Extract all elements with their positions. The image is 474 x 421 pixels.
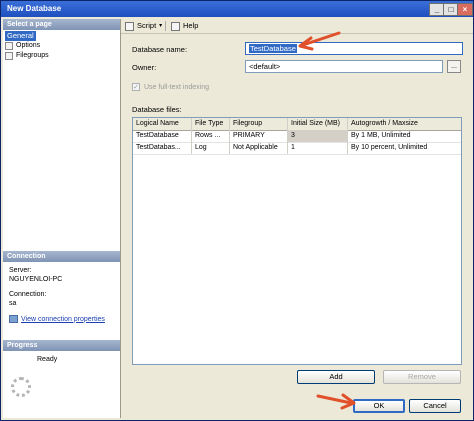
help-label: Help	[183, 21, 199, 30]
left-panel: Select a page General Options Filegroups…	[3, 19, 121, 418]
database-name-label: Database name:	[132, 45, 188, 54]
column-header-file-type[interactable]: File Type	[192, 118, 230, 130]
checkmark-icon: ✓	[132, 83, 140, 91]
column-header-autogrowth[interactable]: Autogrowth / Maxsize	[348, 118, 461, 130]
connection-value: sa	[9, 300, 17, 307]
help-button[interactable]: Help	[171, 20, 198, 32]
cancel-button[interactable]: Cancel	[409, 399, 461, 413]
page-icon	[5, 42, 13, 50]
column-header-filegroup[interactable]: Filegroup	[230, 118, 288, 130]
view-connection-properties-label: View connection properties	[21, 315, 105, 323]
server-label: Server:	[9, 267, 32, 274]
fulltext-indexing-checkbox[interactable]: ✓ Use full-text indexing	[132, 83, 209, 91]
cell-filegroup[interactable]: Not Applicable	[230, 142, 288, 154]
database-files-label: Database files:	[132, 105, 182, 114]
page-icon	[5, 52, 13, 60]
script-button[interactable]: Script ▾	[125, 20, 162, 32]
fulltext-indexing-label: Use full-text indexing	[144, 83, 209, 91]
page-general-label: General	[5, 31, 36, 41]
cell-file-type[interactable]: Log	[192, 142, 230, 154]
progress-header: Progress	[3, 340, 120, 351]
toolbar-separator	[165, 21, 166, 31]
page-filegroups-label: Filegroups	[16, 52, 49, 59]
title-bar[interactable]: New Database _ □ ×	[1, 1, 473, 17]
cell-filegroup[interactable]: PRIMARY	[230, 130, 288, 142]
new-database-window: New Database _ □ × Select a page General…	[0, 0, 474, 421]
owner-label: Owner:	[132, 63, 157, 72]
page-general[interactable]: General	[5, 31, 115, 41]
cell-file-type[interactable]: Rows ...	[192, 130, 230, 142]
arrow-annotation-icon	[298, 31, 341, 51]
progress-status: Ready	[37, 356, 58, 363]
arrow-annotation-icon	[316, 393, 356, 410]
page-filegroups[interactable]: Filegroups	[5, 51, 115, 61]
remove-button[interactable]: Remove	[383, 370, 461, 384]
cell-initial-size[interactable]: 1	[288, 142, 348, 154]
database-files-grid: Logical Name File Type Filegroup Initial…	[132, 117, 462, 365]
column-header-logical-name[interactable]: Logical Name	[133, 118, 192, 130]
owner-browse-button[interactable]: ...	[447, 60, 461, 73]
script-label: Script	[137, 21, 157, 30]
add-button[interactable]: Add	[297, 370, 375, 384]
close-button[interactable]: ×	[457, 3, 473, 16]
chevron-down-icon: ▾	[159, 23, 163, 29]
cell-logical-name[interactable]: TestDatabas...	[133, 142, 192, 154]
cell-autogrowth[interactable]: By 10 percent, Unlimited	[348, 142, 461, 154]
cell-autogrowth[interactable]: By 1 MB, Unlimited	[348, 130, 461, 142]
script-icon	[125, 21, 134, 31]
database-name-value: TestDatabase	[249, 44, 297, 53]
owner-input[interactable]: <default>	[245, 60, 443, 73]
help-icon	[171, 21, 180, 31]
connection-properties-icon	[9, 315, 18, 323]
page-options-label: Options	[16, 42, 41, 49]
cell-initial-size[interactable]: 3	[288, 130, 348, 142]
ok-button[interactable]: OK	[353, 399, 405, 413]
view-connection-properties-link[interactable]: View connection properties	[9, 315, 105, 323]
connection-header: Connection	[3, 251, 120, 262]
table-row[interactable]: TestDatabas... Log Not Applicable 1 By 1…	[133, 142, 461, 155]
select-page-header: Select a page	[3, 19, 120, 30]
server-value: NGUYENLOI-PC	[9, 276, 63, 283]
window-title: New Database	[7, 4, 62, 13]
column-header-initial-size[interactable]: Initial Size (MB)	[288, 118, 348, 130]
connection-label: Connection:	[9, 291, 47, 298]
progress-spinner-icon	[11, 377, 31, 397]
database-name-input[interactable]: TestDatabase	[245, 42, 463, 55]
cell-logical-name[interactable]: TestDatabase	[133, 130, 192, 142]
page-options[interactable]: Options	[5, 41, 115, 51]
